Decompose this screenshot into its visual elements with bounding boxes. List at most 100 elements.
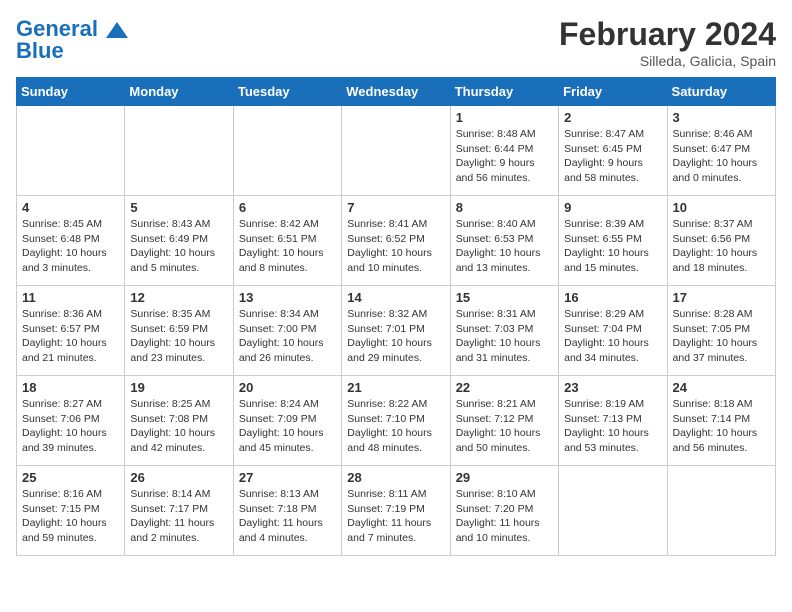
day-number: 1 (456, 110, 553, 125)
calendar-cell: 11 Sunrise: 8:36 AM Sunset: 6:57 PM Dayli… (17, 286, 125, 376)
day-number: 17 (673, 290, 770, 305)
col-header-friday: Friday (559, 78, 667, 106)
day-info: Sunrise: 8:43 AM Sunset: 6:49 PM Dayligh… (130, 217, 227, 276)
day-number: 28 (347, 470, 444, 485)
day-info: Sunrise: 8:14 AM Sunset: 7:17 PM Dayligh… (130, 487, 227, 546)
calendar-cell: 23 Sunrise: 8:19 AM Sunset: 7:13 PM Dayli… (559, 376, 667, 466)
day-info: Sunrise: 8:24 AM Sunset: 7:09 PM Dayligh… (239, 397, 336, 456)
calendar-cell: 27 Sunrise: 8:13 AM Sunset: 7:18 PM Dayli… (233, 466, 341, 556)
calendar-cell: 3 Sunrise: 8:46 AM Sunset: 6:47 PM Daylig… (667, 106, 775, 196)
day-number: 4 (22, 200, 119, 215)
page-header: General Blue February 2024 Silleda, Gali… (16, 16, 776, 69)
calendar-week-row: 11 Sunrise: 8:36 AM Sunset: 6:57 PM Dayli… (17, 286, 776, 376)
day-info: Sunrise: 8:42 AM Sunset: 6:51 PM Dayligh… (239, 217, 336, 276)
calendar-cell (125, 106, 233, 196)
calendar-cell: 22Sunrise: 8:21 AM Sunset: 7:12 PM Dayli… (450, 376, 558, 466)
calendar-cell (17, 106, 125, 196)
day-number: 21 (347, 380, 444, 395)
calendar-cell: 6Sunrise: 8:42 AM Sunset: 6:51 PM Daylig… (233, 196, 341, 286)
day-number: 9 (564, 200, 661, 215)
day-number: 10 (673, 200, 770, 215)
day-number: 8 (456, 200, 553, 215)
day-number: 11 (22, 290, 119, 305)
day-number: 29 (456, 470, 553, 485)
day-info: Sunrise: 8:35 AM Sunset: 6:59 PM Dayligh… (130, 307, 227, 366)
logo: General Blue (16, 16, 128, 64)
day-info: Sunrise: 8:11 AM Sunset: 7:19 PM Dayligh… (347, 487, 444, 546)
day-info: Sunrise: 8:31 AM Sunset: 7:03 PM Dayligh… (456, 307, 553, 366)
calendar-cell: 8 Sunrise: 8:40 AM Sunset: 6:53 PM Daylig… (450, 196, 558, 286)
day-number: 3 (673, 110, 770, 125)
day-number: 15 (456, 290, 553, 305)
calendar-table: SundayMondayTuesdayWednesdayThursdayFrid… (16, 77, 776, 556)
calendar-week-row: 18 Sunrise: 8:27 AM Sunset: 7:06 PM Dayli… (17, 376, 776, 466)
calendar-cell: 5 Sunrise: 8:43 AM Sunset: 6:49 PM Daylig… (125, 196, 233, 286)
day-number: 14 (347, 290, 444, 305)
location: Silleda, Galicia, Spain (559, 53, 776, 69)
day-info: Sunrise: 8:48 AM Sunset: 6:44 PM Dayligh… (456, 127, 553, 186)
day-info: Sunrise: 8:28 AM Sunset: 7:05 PM Dayligh… (673, 307, 770, 366)
calendar-cell: 17 Sunrise: 8:28 AM Sunset: 7:05 PM Dayli… (667, 286, 775, 376)
calendar-cell: 15 Sunrise: 8:31 AM Sunset: 7:03 PM Dayli… (450, 286, 558, 376)
calendar-cell: 10 Sunrise: 8:37 AM Sunset: 6:56 PM Dayli… (667, 196, 775, 286)
calendar-cell: 12Sunrise: 8:35 AM Sunset: 6:59 PM Dayli… (125, 286, 233, 376)
logo-icon (106, 22, 128, 38)
day-info: Sunrise: 8:25 AM Sunset: 7:08 PM Dayligh… (130, 397, 227, 456)
day-number: 27 (239, 470, 336, 485)
calendar-cell: 19 Sunrise: 8:25 AM Sunset: 7:08 PM Dayli… (125, 376, 233, 466)
calendar-cell: 26 Sunrise: 8:14 AM Sunset: 7:17 PM Dayli… (125, 466, 233, 556)
day-info: Sunrise: 8:36 AM Sunset: 6:57 PM Dayligh… (22, 307, 119, 366)
day-number: 22 (456, 380, 553, 395)
day-number: 19 (130, 380, 227, 395)
day-info: Sunrise: 8:39 AM Sunset: 6:55 PM Dayligh… (564, 217, 661, 276)
day-number: 13 (239, 290, 336, 305)
day-info: Sunrise: 8:37 AM Sunset: 6:56 PM Dayligh… (673, 217, 770, 276)
calendar-cell: 28 Sunrise: 8:11 AM Sunset: 7:19 PM Dayli… (342, 466, 450, 556)
calendar-cell: 29 Sunrise: 8:10 AM Sunset: 7:20 PM Dayli… (450, 466, 558, 556)
calendar-cell: 7Sunrise: 8:41 AM Sunset: 6:52 PM Daylig… (342, 196, 450, 286)
day-info: Sunrise: 8:10 AM Sunset: 7:20 PM Dayligh… (456, 487, 553, 546)
col-header-sunday: Sunday (17, 78, 125, 106)
day-info: Sunrise: 8:41 AM Sunset: 6:52 PM Dayligh… (347, 217, 444, 276)
calendar-cell: 21 Sunrise: 8:22 AM Sunset: 7:10 PM Dayli… (342, 376, 450, 466)
calendar-cell (559, 466, 667, 556)
calendar-cell (233, 106, 341, 196)
day-info: Sunrise: 8:46 AM Sunset: 6:47 PM Dayligh… (673, 127, 770, 186)
calendar-cell (667, 466, 775, 556)
day-number: 25 (22, 470, 119, 485)
day-info: Sunrise: 8:13 AM Sunset: 7:18 PM Dayligh… (239, 487, 336, 546)
col-header-wednesday: Wednesday (342, 78, 450, 106)
day-number: 20 (239, 380, 336, 395)
day-info: Sunrise: 8:27 AM Sunset: 7:06 PM Dayligh… (22, 397, 119, 456)
col-header-tuesday: Tuesday (233, 78, 341, 106)
day-info: Sunrise: 8:22 AM Sunset: 7:10 PM Dayligh… (347, 397, 444, 456)
day-number: 16 (564, 290, 661, 305)
day-info: Sunrise: 8:47 AM Sunset: 6:45 PM Dayligh… (564, 127, 661, 186)
calendar-cell: 18 Sunrise: 8:27 AM Sunset: 7:06 PM Dayli… (17, 376, 125, 466)
day-info: Sunrise: 8:45 AM Sunset: 6:48 PM Dayligh… (22, 217, 119, 276)
calendar-cell: 9 Sunrise: 8:39 AM Sunset: 6:55 PM Daylig… (559, 196, 667, 286)
calendar-cell: 1 Sunrise: 8:48 AM Sunset: 6:44 PM Daylig… (450, 106, 558, 196)
day-info: Sunrise: 8:34 AM Sunset: 7:00 PM Dayligh… (239, 307, 336, 366)
calendar-header-row: SundayMondayTuesdayWednesdayThursdayFrid… (17, 78, 776, 106)
day-number: 2 (564, 110, 661, 125)
col-header-monday: Monday (125, 78, 233, 106)
day-info: Sunrise: 8:40 AM Sunset: 6:53 PM Dayligh… (456, 217, 553, 276)
col-header-saturday: Saturday (667, 78, 775, 106)
calendar-cell (342, 106, 450, 196)
day-info: Sunrise: 8:29 AM Sunset: 7:04 PM Dayligh… (564, 307, 661, 366)
day-number: 26 (130, 470, 227, 485)
day-info: Sunrise: 8:16 AM Sunset: 7:15 PM Dayligh… (22, 487, 119, 546)
day-info: Sunrise: 8:32 AM Sunset: 7:01 PM Dayligh… (347, 307, 444, 366)
calendar-cell: 13 Sunrise: 8:34 AM Sunset: 7:00 PM Dayli… (233, 286, 341, 376)
day-number: 23 (564, 380, 661, 395)
calendar-cell: 24Sunrise: 8:18 AM Sunset: 7:14 PM Dayli… (667, 376, 775, 466)
calendar-cell: 4 Sunrise: 8:45 AM Sunset: 6:48 PM Daylig… (17, 196, 125, 286)
calendar-week-row: 25 Sunrise: 8:16 AM Sunset: 7:15 PM Dayli… (17, 466, 776, 556)
day-number: 18 (22, 380, 119, 395)
calendar-cell: 14 Sunrise: 8:32 AM Sunset: 7:01 PM Dayli… (342, 286, 450, 376)
day-info: Sunrise: 8:19 AM Sunset: 7:13 PM Dayligh… (564, 397, 661, 456)
day-number: 5 (130, 200, 227, 215)
title-block: February 2024 Silleda, Galicia, Spain (559, 16, 776, 69)
day-number: 24 (673, 380, 770, 395)
